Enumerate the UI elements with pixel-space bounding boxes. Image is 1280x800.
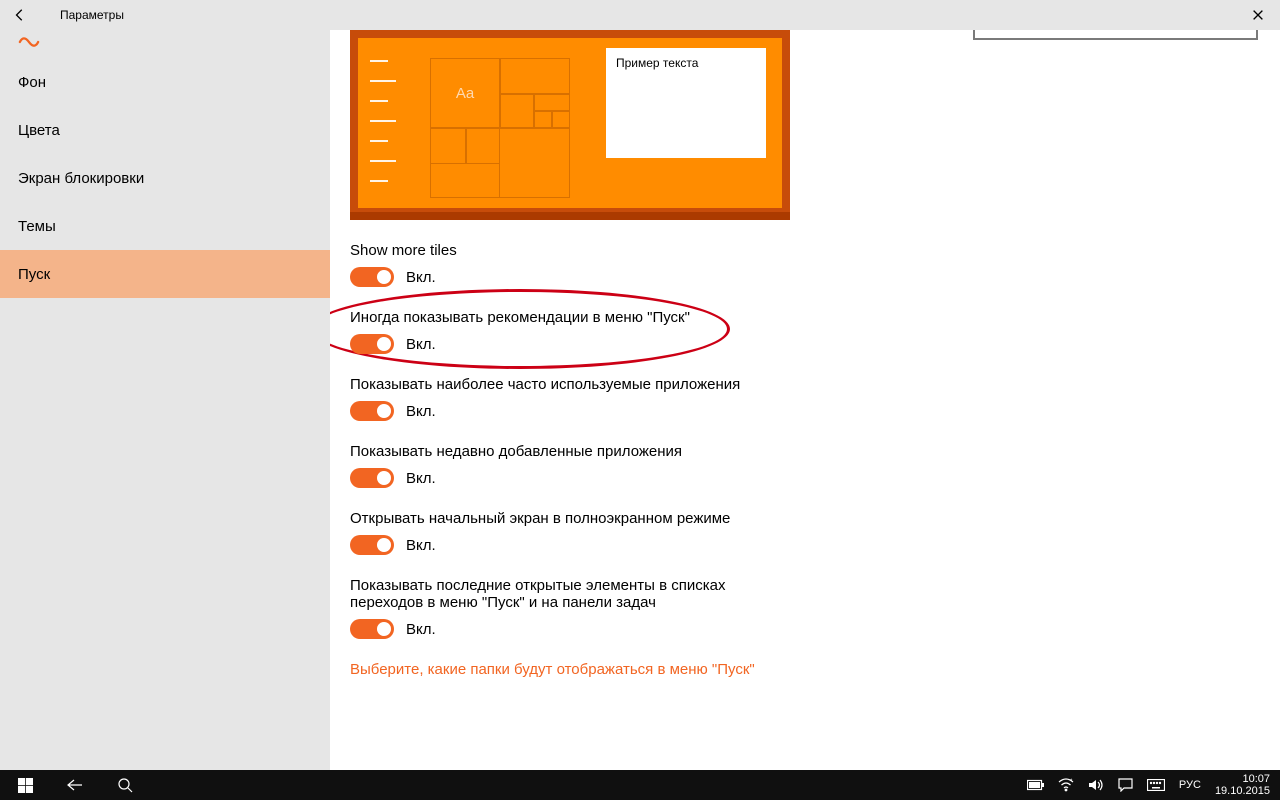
- dropdown-remnant: [973, 30, 1258, 40]
- setting-jumplist: Показывать последние открытые элементы в…: [350, 577, 790, 639]
- volume-icon[interactable]: [1081, 770, 1111, 800]
- settings-list: Show more tiles Вкл. Иногда показывать р…: [350, 242, 790, 678]
- sidebar-item-label: Темы: [18, 218, 56, 235]
- setting-label: Иногда показывать рекомендации в меню "П…: [350, 309, 790, 326]
- setting-label: Показывать последние открытые элементы в…: [350, 577, 790, 611]
- taskbar: * РУС 10:07 19.10.2015: [0, 770, 1280, 800]
- battery-icon[interactable]: [1021, 770, 1051, 800]
- back-button[interactable]: [0, 0, 40, 30]
- highlight-annotation-icon: [330, 289, 730, 369]
- toggle-jumplist[interactable]: [350, 619, 394, 639]
- sidebar-item-label: Цвета: [18, 122, 60, 139]
- content-pane: Aa Пример текста Show more tiles: [330, 30, 1280, 770]
- sidebar: Фон Цвета Экран блокировки Темы Пуск: [0, 30, 330, 770]
- setting-label: Show more tiles: [350, 242, 790, 259]
- choose-folders-link[interactable]: Выберите, какие папки будут отображаться…: [350, 661, 790, 678]
- close-button[interactable]: [1235, 0, 1280, 30]
- loading-icon: [18, 34, 40, 50]
- toggle-fullscreen-start[interactable]: [350, 535, 394, 555]
- toggle-recently-added[interactable]: [350, 468, 394, 488]
- start-button[interactable]: [0, 770, 50, 800]
- toggle-most-used[interactable]: [350, 401, 394, 421]
- toggle-show-more-tiles[interactable]: [350, 267, 394, 287]
- setting-show-more-tiles: Show more tiles Вкл.: [350, 242, 790, 287]
- setting-label: Показывать наиболее часто используемые п…: [350, 376, 790, 393]
- setting-label: Показывать недавно добавленные приложени…: [350, 443, 790, 460]
- sidebar-item-label: Пуск: [18, 266, 50, 283]
- wifi-icon[interactable]: *: [1051, 770, 1081, 800]
- toggle-state: Вкл.: [406, 470, 436, 487]
- setting-suggestions: Иногда показывать рекомендации в меню "П…: [350, 309, 790, 354]
- preview-tile-sample: Aa: [430, 58, 500, 128]
- taskbar-back-button[interactable]: [50, 770, 100, 800]
- toggle-state: Вкл.: [406, 403, 436, 420]
- toggle-state: Вкл.: [406, 621, 436, 638]
- clock-date: 19.10.2015: [1215, 785, 1270, 797]
- setting-recently-added: Показывать недавно добавленные приложени…: [350, 443, 790, 488]
- sidebar-item-label: Фон: [18, 74, 46, 91]
- sidebar-item-start[interactable]: Пуск: [0, 250, 330, 298]
- taskbar-search-button[interactable]: [100, 770, 150, 800]
- sidebar-item-label: Экран блокировки: [18, 170, 144, 187]
- window-title: Параметры: [60, 8, 124, 22]
- setting-most-used: Показывать наиболее часто используемые п…: [350, 376, 790, 421]
- preview-app-list-icon: [370, 60, 400, 200]
- preview-text-sample: Пример текста: [606, 48, 766, 158]
- sidebar-item-themes[interactable]: Темы: [0, 202, 330, 250]
- system-tray: * РУС 10:07 19.10.2015: [1021, 770, 1280, 800]
- setting-fullscreen-start: Открывать начальный экран в полноэкранно…: [350, 510, 790, 555]
- sidebar-item-lockscreen[interactable]: Экран блокировки: [0, 154, 330, 202]
- language-indicator[interactable]: РУС: [1171, 779, 1209, 791]
- clock-time: 10:07: [1215, 773, 1270, 785]
- toggle-state: Вкл.: [406, 336, 436, 353]
- setting-label: Открывать начальный экран в полноэкранно…: [350, 510, 790, 527]
- toggle-state: Вкл.: [406, 537, 436, 554]
- toggle-state: Вкл.: [406, 269, 436, 286]
- toggle-suggestions[interactable]: [350, 334, 394, 354]
- taskbar-clock[interactable]: 10:07 19.10.2015: [1209, 773, 1280, 797]
- sidebar-item-background[interactable]: Фон: [0, 58, 330, 106]
- preview-tiles-icon: Aa: [430, 58, 570, 198]
- sidebar-item-colors[interactable]: Цвета: [0, 106, 330, 154]
- action-center-icon[interactable]: [1111, 770, 1141, 800]
- titlebar: Параметры: [0, 0, 1280, 30]
- touch-keyboard-icon[interactable]: [1141, 770, 1171, 800]
- start-preview: Aa Пример текста: [350, 30, 790, 220]
